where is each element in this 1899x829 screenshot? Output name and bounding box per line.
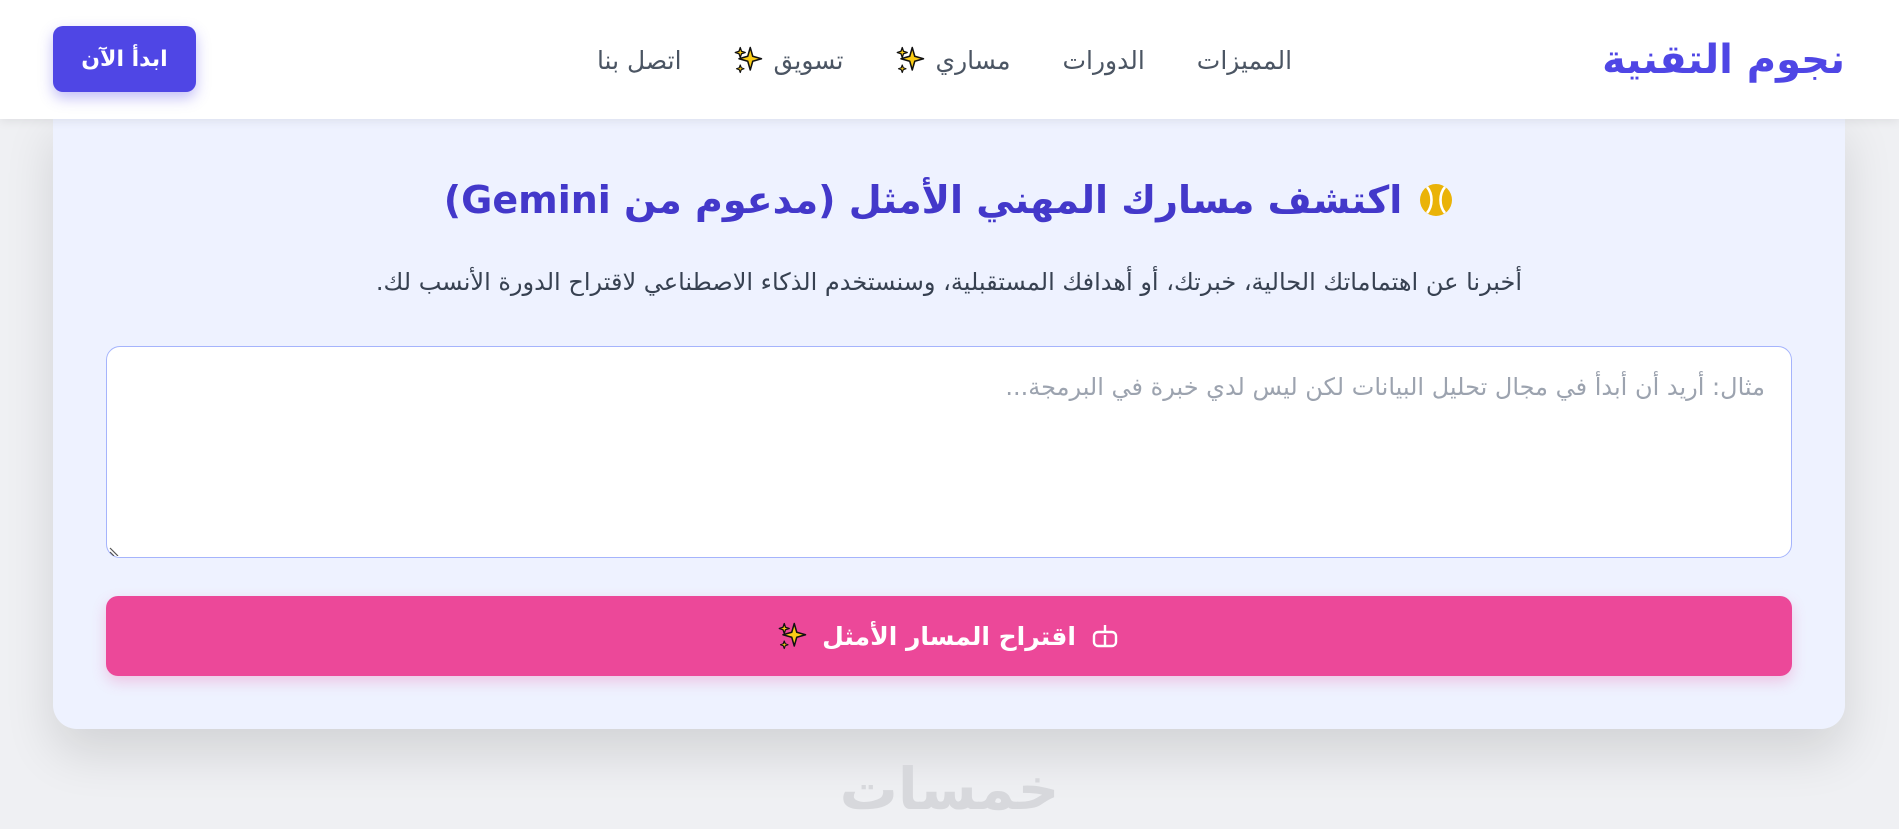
sparkles-icon — [896, 46, 924, 74]
nav-item-label: الدورات — [1062, 45, 1145, 75]
sparkles-icon — [778, 622, 807, 650]
sparkles-icon — [734, 46, 762, 74]
suggest-path-button[interactable]: اقتراح المسار الأمثل — [106, 596, 1792, 676]
career-goals-input[interactable] — [106, 346, 1792, 558]
nav-item-my-path[interactable]: مساري — [896, 45, 1011, 75]
card-description: أخبرنا عن اهتماماتك الحالية، خبرتك، أو أ… — [375, 268, 1523, 296]
nav-item-label: مساري — [935, 45, 1011, 75]
start-now-button[interactable]: ابدأ الآن — [53, 26, 196, 92]
nav-item-courses[interactable]: الدورات — [1062, 46, 1144, 75]
robot-icon — [1092, 625, 1118, 648]
suggest-path-label: اقتراح المسار الأمثل — [822, 621, 1076, 651]
page-title: اكتشف مسارك المهني الأمثل (مدعوم من Gemi… — [443, 178, 1403, 222]
watermark: خمسات — [839, 755, 1060, 823]
ball-icon — [1420, 184, 1453, 216]
resize-handle-icon[interactable] — [109, 544, 121, 556]
nav-item-label: تسويق — [773, 45, 844, 75]
main-nav: المميزات الدورات مساري تسويق اتصل بنا — [0, 40, 1899, 80]
career-path-card: اكتشف مسارك المهني الأمثل (مدعوم من Gemi… — [53, 112, 1845, 729]
site-header: نجوم التقنية المميزات الدورات مساري تسوي… — [0, 0, 1899, 119]
nav-item-label: اتصل بنا — [596, 45, 682, 75]
card-title-row: اكتشف مسارك المهني الأمثل (مدعوم من Gemi… — [53, 178, 1845, 222]
nav-item-contact[interactable]: اتصل بنا — [597, 46, 682, 75]
nav-item-label: المميزات — [1196, 45, 1293, 75]
nav-item-features[interactable]: المميزات — [1197, 46, 1292, 75]
nav-item-marketing[interactable]: تسويق — [734, 45, 844, 75]
